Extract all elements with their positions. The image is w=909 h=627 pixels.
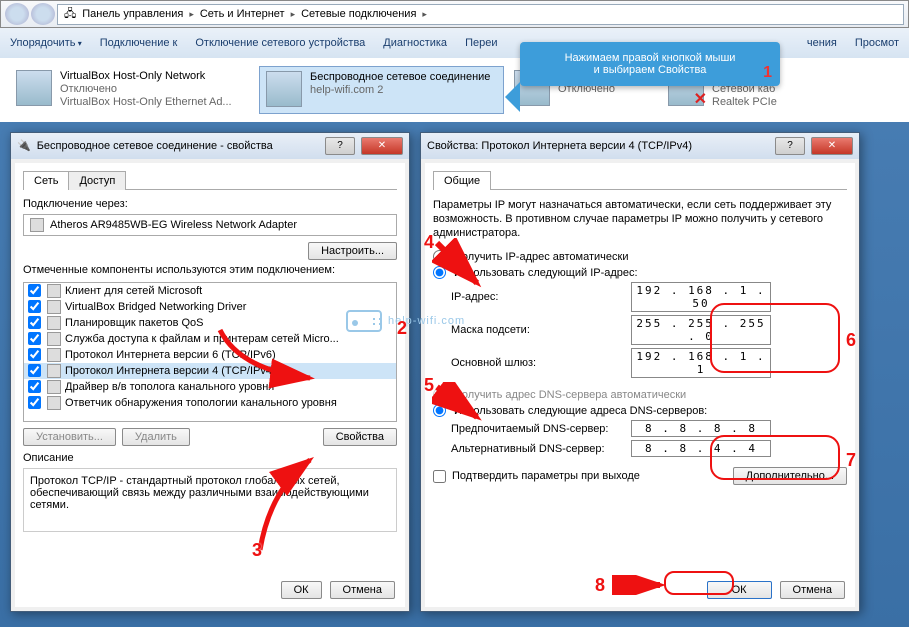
component-checkbox[interactable]	[28, 300, 41, 313]
tab-general[interactable]: Общие	[433, 171, 491, 190]
component-icon	[47, 396, 61, 410]
dialog-icon: 🔌	[17, 139, 31, 152]
confirm-exit-label: Подтвердить параметры при выходе	[452, 470, 640, 482]
network-icon	[16, 70, 52, 106]
annotation-number: 3	[252, 540, 262, 561]
wifi-icon	[266, 71, 302, 107]
confirm-exit-checkbox[interactable]	[433, 470, 446, 483]
dialog-title-bar: 🔌 Беспроводное сетевое соединение - свой…	[11, 133, 409, 159]
adapter-name: Atheros AR9485WB-EG Wireless Network Ada…	[50, 219, 297, 231]
component-checkbox[interactable]	[28, 316, 41, 329]
tab-access[interactable]: Доступ	[68, 171, 126, 190]
nav-forward-button[interactable]	[31, 3, 55, 25]
component-checkbox[interactable]	[28, 348, 41, 361]
component-checkbox[interactable]	[28, 364, 41, 377]
close-button[interactable]: ✕	[361, 137, 403, 155]
component-label: VirtualBox Bridged Networking Driver	[65, 301, 246, 313]
crumb[interactable]: Сеть и Интернет	[198, 8, 287, 20]
component-checkbox[interactable]	[28, 396, 41, 409]
change-button-partial[interactable]: чения	[807, 37, 837, 49]
connection-title: Беспроводное сетевое соединение	[310, 71, 490, 84]
ok-button[interactable]: ОК	[281, 581, 322, 599]
component-checkbox[interactable]	[28, 380, 41, 393]
rename-button-partial[interactable]: Переи	[465, 37, 497, 49]
adapter-field: Atheros AR9485WB-EG Wireless Network Ada…	[23, 214, 397, 236]
address-bar: 🖧 Панель управления▸ Сеть и Интернет▸ Се…	[0, 0, 909, 28]
annotation-number: 4	[424, 232, 434, 253]
annotation-number: 6	[846, 330, 856, 351]
annotation-arrow	[432, 382, 492, 427]
annotation-number: 5	[424, 375, 434, 396]
folder-icon: 🖧	[64, 5, 76, 24]
view-button-partial[interactable]: Просмот	[855, 37, 899, 49]
mask-label: Маска подсети:	[451, 324, 631, 336]
configure-button[interactable]: Настроить...	[308, 242, 397, 260]
crumb[interactable]: Панель управления	[80, 8, 185, 20]
diagnose-button[interactable]: Диагностика	[383, 37, 447, 49]
connection-item[interactable]: VirtualBox Host-Only Network Отключено V…	[10, 66, 255, 114]
help-button[interactable]: ?	[775, 137, 805, 155]
connection-device: VirtualBox Host-Only Ethernet Ad...	[60, 96, 232, 109]
component-checkbox[interactable]	[28, 332, 41, 345]
annotation-arrow	[200, 320, 400, 410]
dialog-title: Свойства: Протокол Интернета версии 4 (T…	[427, 140, 692, 152]
component-icon	[47, 316, 61, 330]
annotation-arrow	[432, 238, 492, 298]
organize-menu[interactable]: Упорядочить	[10, 37, 82, 49]
annotation-oval	[664, 571, 734, 595]
component-icon	[47, 332, 61, 346]
adapter-icon	[30, 218, 44, 232]
component-icon	[47, 380, 61, 394]
ip-note: Параметры IP могут назначаться автоматич…	[433, 198, 847, 241]
connection-device: Realtek PCIe	[712, 96, 777, 109]
annotation-oval	[710, 435, 840, 480]
cancel-button[interactable]: Отмена	[780, 581, 845, 599]
dns2-label: Альтернативный DNS-сервер:	[451, 443, 631, 455]
disable-device-button[interactable]: Отключение сетевого устройства	[195, 37, 365, 49]
component-icon	[47, 348, 61, 362]
annotation-number: 7	[846, 450, 856, 471]
tooltip-line: Нажимаем правой кнопкой мыши	[532, 52, 768, 64]
cancel-button[interactable]: Отмена	[330, 581, 395, 599]
annotation-arrow	[612, 575, 667, 595]
annotation-number: 8	[595, 575, 605, 596]
connection-item-selected[interactable]: Беспроводное сетевое соединение help-wif…	[259, 66, 504, 114]
connection-title: VirtualBox Host-Only Network	[60, 70, 232, 83]
annotation-arrow	[200, 450, 340, 560]
nav-back-button[interactable]	[5, 3, 29, 25]
crumb[interactable]: Сетевые подключения	[299, 8, 418, 20]
component-label: Клиент для сетей Microsoft	[65, 285, 202, 297]
component-checkbox[interactable]	[28, 284, 41, 297]
dialog-title: Беспроводное сетевое соединение - свойст…	[37, 140, 273, 152]
connect-via-label: Подключение через:	[23, 198, 397, 210]
annotation-number: 1	[763, 64, 772, 82]
components-label: Отмеченные компоненты используются этим …	[23, 264, 397, 276]
connection-device: help-wifi.com 2	[310, 84, 490, 97]
uninstall-button[interactable]: Удалить	[122, 428, 190, 446]
annotation-number: 2	[397, 318, 407, 339]
component-icon	[47, 284, 61, 298]
dialog-title-bar: Свойства: Протокол Интернета версии 4 (T…	[421, 133, 859, 159]
annotation-oval	[710, 303, 840, 373]
annotation-tooltip: Нажимаем правой кнопкой мыши и выбираем …	[520, 42, 780, 86]
help-button[interactable]: ?	[325, 137, 355, 155]
breadcrumb[interactable]: 🖧 Панель управления▸ Сеть и Интернет▸ Се…	[57, 4, 904, 25]
component-label: Планировщик пакетов QoS	[65, 317, 204, 329]
component-icon	[47, 364, 61, 378]
tooltip-line: и выбираем Свойства	[532, 64, 768, 76]
close-button[interactable]: ✕	[811, 137, 853, 155]
gateway-label: Основной шлюз:	[451, 357, 631, 369]
component-icon	[47, 300, 61, 314]
install-button[interactable]: Установить...	[23, 428, 116, 446]
tab-network[interactable]: Сеть	[23, 171, 69, 190]
connection-status: Отключено	[60, 83, 232, 96]
properties-button[interactable]: Свойства	[323, 428, 397, 446]
connect-to-button[interactable]: Подключение к	[100, 37, 178, 49]
